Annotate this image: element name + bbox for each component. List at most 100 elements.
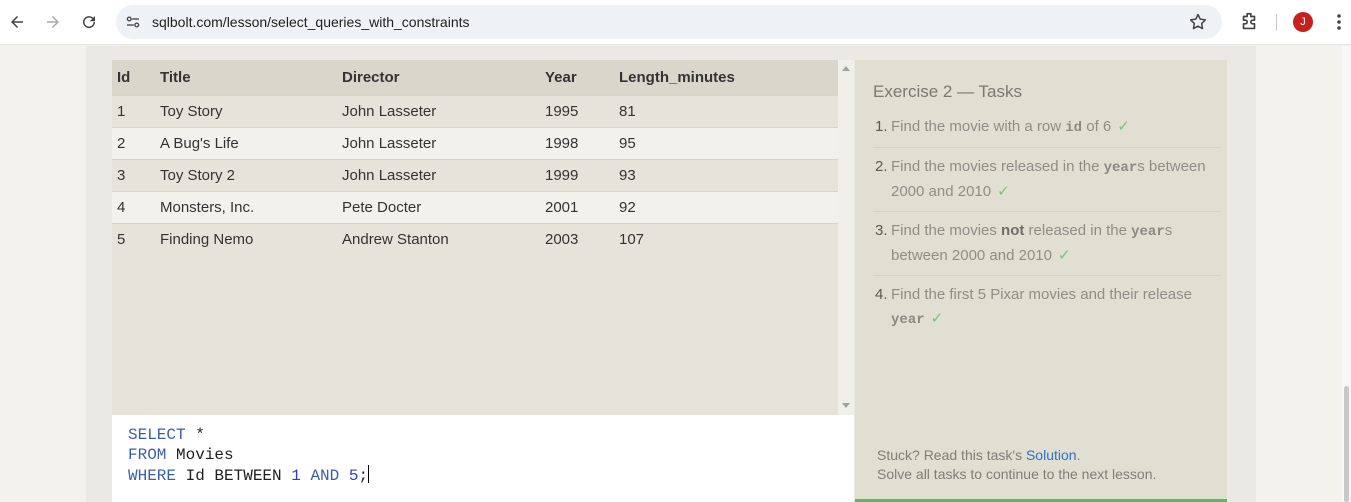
sql-keyword: AND	[310, 467, 340, 485]
table-cell: Finding Nemo	[160, 222, 342, 255]
table-row: 5 Finding Nemo Andrew Stanton 2003 107	[112, 222, 838, 255]
table-cell: 95	[619, 126, 838, 159]
stuck-end: .	[1076, 447, 1081, 463]
check-icon: ✓	[997, 183, 1010, 200]
page-margin-right	[1256, 46, 1351, 502]
task-code: year	[891, 312, 925, 328]
check-icon: ✓	[930, 310, 944, 327]
url-text[interactable]: sqlbolt.com/lesson/select_queries_with_c…	[152, 14, 470, 30]
forward-icon[interactable]	[41, 10, 65, 34]
help-text: Stuck? Read this task's Solution. Solve …	[877, 446, 1156, 484]
task-item: 4. Find the first 5 Pixar movies and the…	[873, 283, 1221, 339]
scroll-up-icon[interactable]	[842, 66, 850, 71]
task-text: Find the movies released in the	[891, 158, 1104, 175]
back-icon[interactable]	[5, 10, 29, 34]
table-cell: Andrew Stanton	[342, 222, 545, 255]
task-text: Find the first 5 Pixar movies and their …	[891, 286, 1192, 303]
table-row: 1 Toy Story John Lasseter 1995 81	[112, 94, 838, 127]
task-text: released in the	[1024, 222, 1132, 239]
task-code: year	[1103, 160, 1138, 176]
code-line-3: WHERE Id BETWEEN 1 AND 5;	[128, 465, 370, 485]
table-cell: John Lasseter	[342, 158, 545, 191]
sql-keyword: WHERE	[128, 467, 177, 485]
page-scrollbar[interactable]	[1342, 46, 1351, 502]
table-cell: 81	[619, 94, 838, 127]
column-header: Length_minutes	[619, 60, 838, 95]
table-cell: 1995	[545, 94, 619, 127]
task-number: 2.	[875, 158, 888, 175]
sql-text: Id BETWEEN	[176, 467, 292, 485]
check-icon: ✓	[1117, 118, 1130, 135]
table-cell: 1998	[545, 126, 619, 159]
code-line-1: SELECT *	[128, 425, 205, 445]
table-cell: 5	[112, 222, 160, 255]
check-icon: ✓	[1057, 247, 1071, 264]
tasks-panel: Exercise 2 — Tasks 1. Find the movie wit…	[855, 60, 1227, 502]
table-cell: 93	[619, 158, 838, 191]
solution-link[interactable]: Solution	[1026, 447, 1077, 463]
sql-text: *	[185, 426, 205, 444]
table-cell: John Lasseter	[342, 126, 545, 159]
table-row: 4 Monsters, Inc. Pete Docter 2001 92	[112, 190, 838, 223]
table-cell: 4	[112, 190, 160, 223]
address-bar[interactable]: sqlbolt.com/lesson/select_queries_with_c…	[116, 5, 1222, 39]
sql-number: 1	[291, 467, 301, 485]
table-row: 3 Toy Story 2 John Lasseter 1999 93	[112, 158, 838, 191]
table-cell: A Bug's Life	[160, 126, 342, 159]
sql-keyword: FROM	[128, 446, 167, 464]
task-item: 3. Find the movies not released in the y…	[873, 219, 1221, 276]
column-header: Year	[545, 60, 619, 95]
task-number: 1.	[875, 118, 888, 135]
task-item: 2. Find the movies released in the years…	[873, 155, 1221, 212]
table-cell: Toy Story 2	[160, 158, 342, 191]
profile-avatar[interactable]: J	[1293, 12, 1313, 32]
table-cell: 3	[112, 158, 160, 191]
reload-icon[interactable]	[77, 10, 101, 34]
extensions-icon[interactable]	[1238, 11, 1260, 33]
column-header: Id	[112, 60, 160, 95]
page-margin-left	[0, 46, 86, 502]
column-header: Director	[342, 60, 545, 95]
sql-text: Movies	[166, 446, 234, 464]
code-line-2: FROM Movies	[128, 445, 234, 465]
task-list: 1. Find the movie with a row id of 6 ✓ 2.…	[873, 115, 1221, 346]
table-cell: 92	[619, 190, 838, 223]
sql-keyword: SELECT	[128, 426, 186, 444]
scrollbar-thumb[interactable]	[1344, 386, 1349, 502]
task-text: of 6	[1082, 118, 1112, 135]
table-cell: Monsters, Inc.	[160, 190, 342, 223]
table-cell: Toy Story	[160, 94, 342, 127]
task-text: Find the movie with a row	[891, 118, 1066, 135]
task-text: Find the movies	[891, 222, 1002, 239]
text-cursor	[368, 465, 370, 483]
stuck-text: Stuck? Read this task's	[877, 447, 1026, 463]
scroll-down-icon[interactable]	[842, 403, 850, 408]
toolbar-separator	[1276, 14, 1277, 31]
bookmark-star-icon[interactable]	[1188, 12, 1208, 32]
menu-kebab-icon[interactable]	[1330, 12, 1348, 32]
table-cell: Pete Docter	[342, 190, 545, 223]
results-scrollbar[interactable]	[838, 60, 854, 415]
continue-text: Solve all tasks to continue to the next …	[877, 466, 1157, 482]
task-number: 3.	[875, 222, 888, 239]
task-number: 4.	[875, 286, 888, 303]
site-settings-icon[interactable]	[124, 13, 142, 31]
table-cell: 107	[619, 222, 838, 255]
task-item: 1. Find the movie with a row id of 6 ✓	[873, 115, 1221, 148]
column-header: Title	[160, 60, 342, 95]
task-emphasis: not	[1001, 222, 1025, 239]
sql-editor[interactable]: SELECT * FROM Movies WHERE Id BETWEEN 1 …	[112, 415, 854, 502]
task-code: year	[1131, 224, 1165, 240]
tasks-title: Exercise 2 — Tasks	[873, 82, 1022, 101]
table-cell: 2001	[545, 190, 619, 223]
table-cell: 1999	[545, 158, 619, 191]
table-cell: John Lasseter	[342, 94, 545, 127]
sql-text: ;	[358, 467, 369, 485]
query-results-table: Id Title Director Year Length_minutes 1 …	[112, 60, 838, 415]
browser-toolbar: sqlbolt.com/lesson/select_queries_with_c…	[0, 0, 1351, 45]
table-cell: 2	[112, 126, 160, 159]
table-cell: 1	[112, 94, 160, 127]
table-header-row: Id Title Director Year Length_minutes	[112, 60, 838, 95]
